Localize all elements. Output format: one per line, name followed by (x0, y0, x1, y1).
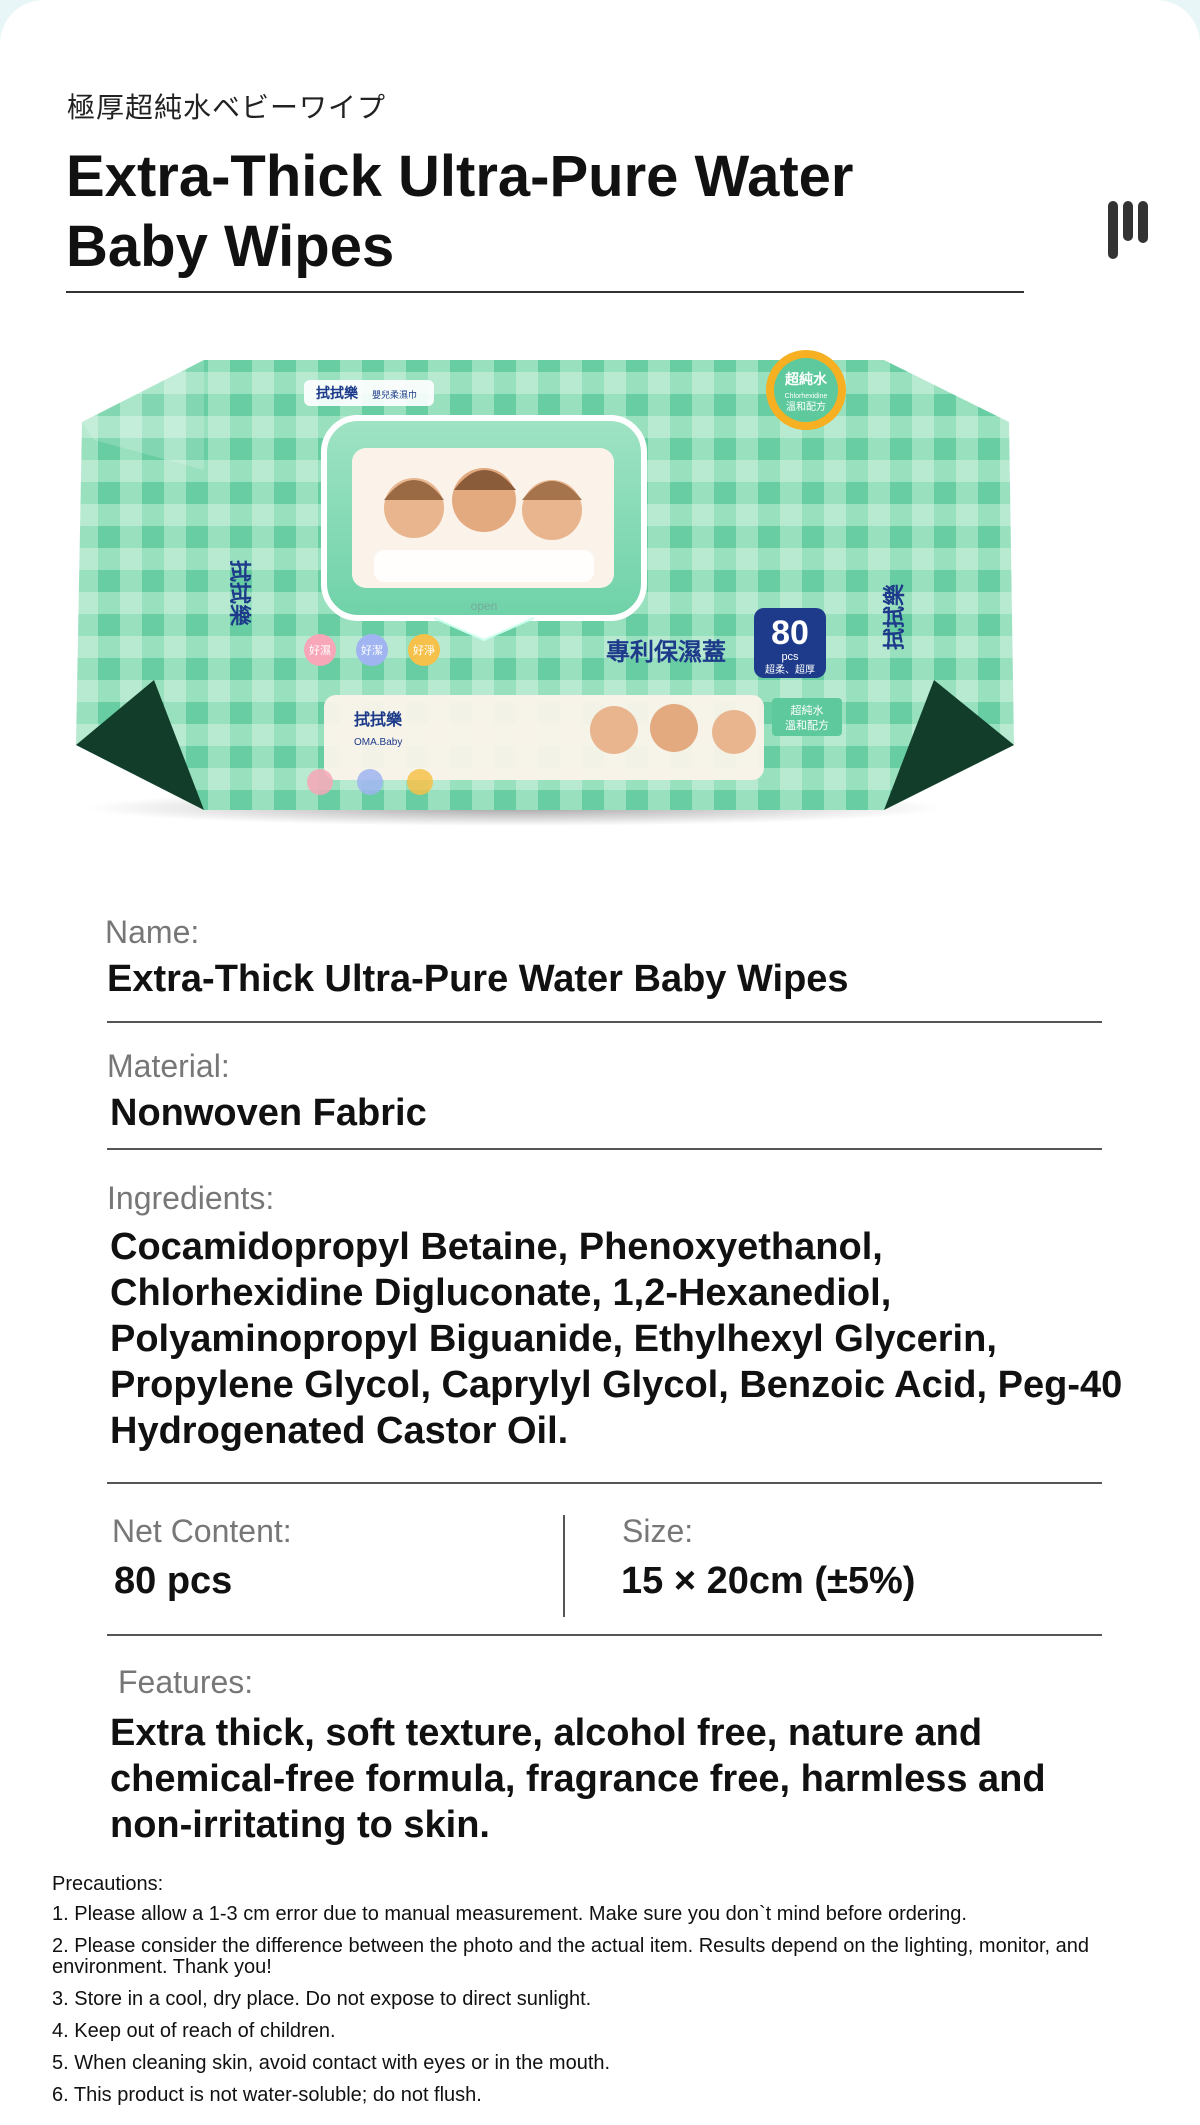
name-value: Extra-Thick Ultra-Pure Water Baby Wipes (107, 958, 849, 1000)
svg-text:OMA.Baby: OMA.Baby (354, 737, 402, 748)
svg-text:超純水: 超純水 (791, 703, 824, 717)
svg-text:拭拭樂: 拭拭樂 (882, 583, 908, 650)
svg-text:好濕: 好濕 (309, 643, 331, 657)
svg-text:溫和配方: 溫和配方 (786, 400, 826, 413)
material-value: Nonwoven Fabric (110, 1092, 427, 1134)
svg-text:好淨: 好淨 (413, 643, 435, 657)
precaution-item: 3. Store in a cool, dry place. Do not ex… (52, 1988, 592, 2010)
divider (107, 1021, 1102, 1023)
product-package-image: open 80 pcs 超柔、超厚 專利保濕蓋 超純水 Chlorhexidin… (76, 350, 1014, 826)
precaution-item: 6. This product is not water-soluble; do… (52, 2084, 482, 2106)
precaution-item: 5. When cleaning skin, avoid contact wit… (52, 2052, 611, 2074)
page-title: Extra-Thick Ultra-Pure Water Baby Wipes (66, 144, 854, 279)
precaution-item: 1. Please allow a 1-3 cm error due to ma… (52, 1903, 967, 1925)
divider (107, 1634, 1102, 1636)
svg-text:pcs: pcs (781, 651, 799, 663)
svg-text:超柔、超厚: 超柔、超厚 (765, 663, 815, 676)
divider (107, 1482, 1102, 1484)
ingredients-label: Ingredients: (107, 1180, 275, 1216)
product-detail-card: 極厚超純水ベビーワイプ Extra-Thick Ultra-Pure Water… (0, 0, 1200, 2125)
svg-text:溫和配方: 溫和配方 (785, 718, 829, 732)
title-divider (66, 291, 1024, 293)
svg-text:拭拭樂: 拭拭樂 (354, 710, 403, 729)
svg-text:Chlorhexidine: Chlorhexidine (785, 393, 828, 400)
brand-logo-icon (1108, 201, 1148, 259)
features-value: Extra thick, soft texture, alcohol free,… (110, 1712, 1046, 1846)
features-label: Features: (118, 1664, 254, 1700)
precautions-title: Precautions: (52, 1873, 164, 1895)
net-content-value: 80 pcs (114, 1560, 233, 1602)
vertical-divider (563, 1515, 565, 1617)
size-label: Size: (622, 1513, 694, 1549)
svg-text:open: open (471, 599, 498, 613)
svg-text:80: 80 (771, 614, 809, 652)
svg-text:拭拭樂: 拭拭樂 (316, 385, 359, 402)
svg-text:嬰兒柔濕巾: 嬰兒柔濕巾 (372, 389, 417, 401)
subtitle-japanese: 極厚超純水ベビーワイプ (67, 92, 387, 123)
svg-text:超純水: 超純水 (784, 371, 828, 388)
svg-text:拭拭樂: 拭拭樂 (226, 560, 252, 627)
material-label: Material: (107, 1048, 230, 1084)
svg-text:專利保濕蓋: 專利保濕蓋 (606, 638, 726, 666)
precaution-item: 2. Please consider the difference betwee… (52, 1935, 1089, 1978)
divider (107, 1148, 1102, 1150)
size-value: 15 × 20cm (±5%) (621, 1560, 916, 1602)
ingredients-value: Cocamidopropyl Betaine, Phenoxyethanol, … (110, 1226, 1123, 1452)
name-label: Name: (105, 914, 200, 950)
svg-text:好潔: 好潔 (361, 643, 383, 657)
net-content-label: Net Content: (112, 1513, 292, 1549)
precaution-item: 4. Keep out of reach of children. (52, 2020, 336, 2042)
precautions-list: 1. Please allow a 1-3 cm error due to ma… (52, 1904, 1172, 2117)
